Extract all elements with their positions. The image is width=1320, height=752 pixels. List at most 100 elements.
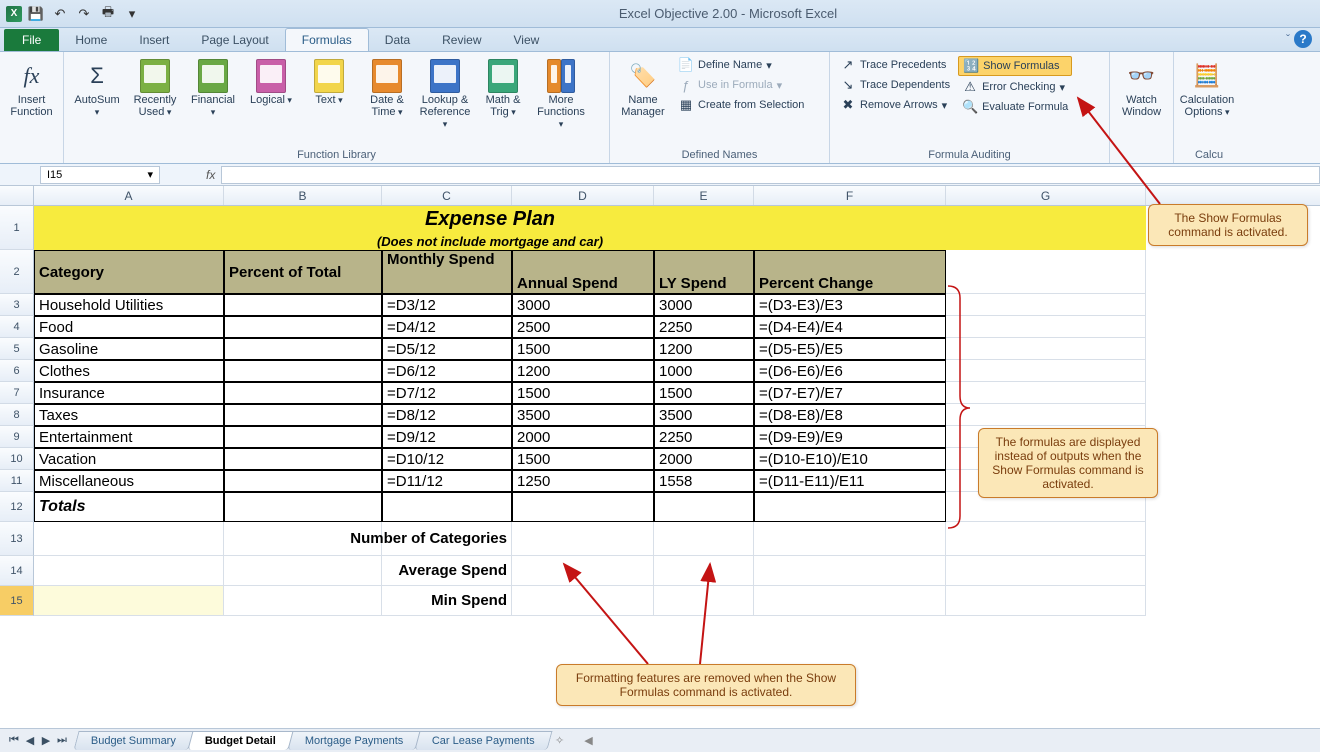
cell-D14[interactable] xyxy=(512,556,654,586)
tab-view[interactable]: View xyxy=(498,29,556,51)
row-header-2[interactable]: 2 xyxy=(0,250,34,294)
cell-D6[interactable]: 1200 xyxy=(512,360,654,382)
cell-F6[interactable]: =(D6-E6)/E6 xyxy=(754,360,946,382)
cell-A6[interactable]: Clothes xyxy=(34,360,224,382)
cell-D5[interactable]: 1500 xyxy=(512,338,654,360)
calc-options-button[interactable]: 🧮Calculation Options xyxy=(1180,56,1234,122)
col-header-E[interactable]: E xyxy=(654,186,754,205)
error-checking-button[interactable]: ⚠Error Checking ▾ xyxy=(958,78,1072,96)
row-header-15[interactable]: 15 xyxy=(0,586,34,616)
tab-page-layout[interactable]: Page Layout xyxy=(185,29,284,51)
insert-function-button[interactable]: fx Insert Function xyxy=(6,56,57,122)
cell-F8[interactable]: =(D8-E8)/E8 xyxy=(754,404,946,426)
fx-icon[interactable]: fx xyxy=(206,168,215,182)
cell-E6[interactable]: 1000 xyxy=(654,360,754,382)
cell-A15[interactable] xyxy=(34,586,224,616)
remove-arrows-button[interactable]: ✖Remove Arrows ▾ xyxy=(836,96,954,114)
more-functions-button[interactable]: More Functions xyxy=(534,56,588,134)
tab-data[interactable]: Data xyxy=(369,29,426,51)
sheet-nav-first-icon[interactable]: ⏮ xyxy=(6,734,22,747)
cell-D13[interactable] xyxy=(512,522,654,556)
print-icon[interactable]: 🖶 xyxy=(98,4,118,24)
cell-F12[interactable] xyxy=(754,492,946,522)
header-monthly-spend[interactable]: Monthly Spend xyxy=(382,250,512,294)
cell-F15[interactable] xyxy=(754,586,946,616)
cell-B4[interactable] xyxy=(224,316,382,338)
recently-used-button[interactable]: Recently Used xyxy=(128,56,182,122)
cell-F9[interactable]: =(D9-E9)/E9 xyxy=(754,426,946,448)
trace-precedents-button[interactable]: ↗Trace Precedents xyxy=(836,56,954,74)
qat-dropdown-icon[interactable]: ▾ xyxy=(122,4,142,24)
cell-G7[interactable] xyxy=(946,382,1146,404)
cell-A9[interactable]: Entertainment xyxy=(34,426,224,448)
cell-A10[interactable]: Vacation xyxy=(34,448,224,470)
redo-icon[interactable]: ↷ xyxy=(74,4,94,24)
cell-G4[interactable] xyxy=(946,316,1146,338)
cell-B12[interactable] xyxy=(224,492,382,522)
cell-G14[interactable] xyxy=(946,556,1146,586)
col-header-D[interactable]: D xyxy=(512,186,654,205)
header-category[interactable]: Category xyxy=(34,250,224,294)
cell-E9[interactable]: 2250 xyxy=(654,426,754,448)
sheet-tab-budget-detail[interactable]: Budget Detail xyxy=(187,731,293,750)
define-name-button[interactable]: 📄Define Name ▾ xyxy=(674,56,808,74)
label-min-spend[interactable]: Min Spend xyxy=(382,586,512,616)
tab-review[interactable]: Review xyxy=(426,29,497,51)
row-header-13[interactable]: 13 xyxy=(0,522,34,556)
cell-C4[interactable]: =D4/12 xyxy=(382,316,512,338)
cell-E8[interactable]: 3500 xyxy=(654,404,754,426)
row-header-1[interactable]: 1 xyxy=(0,206,34,250)
row-header-3[interactable]: 3 xyxy=(0,294,34,316)
cell-E12[interactable] xyxy=(654,492,754,522)
cell-B7[interactable] xyxy=(224,382,382,404)
help-icon[interactable]: ? xyxy=(1294,30,1312,48)
minimize-ribbon-icon[interactable]: ˇ xyxy=(1286,32,1290,46)
sheet-tab-budget-summary[interactable]: Budget Summary xyxy=(73,731,193,750)
scroll-left-icon[interactable]: ◀ xyxy=(584,734,592,747)
new-sheet-icon[interactable]: ✧ xyxy=(555,734,564,747)
cell-F13[interactable] xyxy=(754,522,946,556)
cell-G8[interactable] xyxy=(946,404,1146,426)
cell-G2[interactable] xyxy=(946,250,1146,294)
create-from-selection-button[interactable]: ▦Create from Selection xyxy=(674,96,808,114)
cell-G6[interactable] xyxy=(946,360,1146,382)
col-header-G[interactable]: G xyxy=(946,186,1146,205)
cell-D4[interactable]: 2500 xyxy=(512,316,654,338)
cell-B5[interactable] xyxy=(224,338,382,360)
cell-A3[interactable]: Household Utilities xyxy=(34,294,224,316)
cell-E14[interactable] xyxy=(654,556,754,586)
cell-C11[interactable]: =D11/12 xyxy=(382,470,512,492)
name-box[interactable]: I15▾ xyxy=(40,166,160,184)
cell-C3[interactable]: =D3/12 xyxy=(382,294,512,316)
cell-G3[interactable] xyxy=(946,294,1146,316)
cell-D3[interactable]: 3000 xyxy=(512,294,654,316)
evaluate-formula-button[interactable]: 🔍Evaluate Formula xyxy=(958,98,1072,116)
file-tab[interactable]: File xyxy=(4,29,59,51)
cell-E10[interactable]: 2000 xyxy=(654,448,754,470)
row-header-7[interactable]: 7 xyxy=(0,382,34,404)
col-header-F[interactable]: F xyxy=(754,186,946,205)
cell-D7[interactable]: 1500 xyxy=(512,382,654,404)
cell-C10[interactable]: =D10/12 xyxy=(382,448,512,470)
select-all-corner[interactable] xyxy=(0,186,34,205)
cell-A11[interactable]: Miscellaneous xyxy=(34,470,224,492)
name-box-dropdown-icon[interactable]: ▾ xyxy=(147,168,153,181)
header-percent-change[interactable]: Percent Change xyxy=(754,250,946,294)
cell-G15[interactable] xyxy=(946,586,1146,616)
cell-B11[interactable] xyxy=(224,470,382,492)
formula-input[interactable] xyxy=(221,166,1320,184)
title-main[interactable]: Expense Plan xyxy=(34,206,946,232)
name-manager-button[interactable]: 🏷️Name Manager xyxy=(616,56,670,122)
cell-G1b[interactable] xyxy=(946,232,1146,250)
cell-C6[interactable]: =D6/12 xyxy=(382,360,512,382)
header-annual-spend[interactable]: Annual Spend xyxy=(512,250,654,294)
show-formulas-button[interactable]: 🔢Show Formulas xyxy=(958,56,1072,76)
tab-formulas[interactable]: Formulas xyxy=(285,28,369,51)
row-header-4[interactable]: 4 xyxy=(0,316,34,338)
cell-C12[interactable] xyxy=(382,492,512,522)
cell-A14[interactable] xyxy=(34,556,224,586)
cell-C8[interactable]: =D8/12 xyxy=(382,404,512,426)
row-header-12[interactable]: 12 xyxy=(0,492,34,522)
sheet-tab-car-lease[interactable]: Car Lease Payments xyxy=(415,731,553,750)
cell-A5[interactable]: Gasoline xyxy=(34,338,224,360)
